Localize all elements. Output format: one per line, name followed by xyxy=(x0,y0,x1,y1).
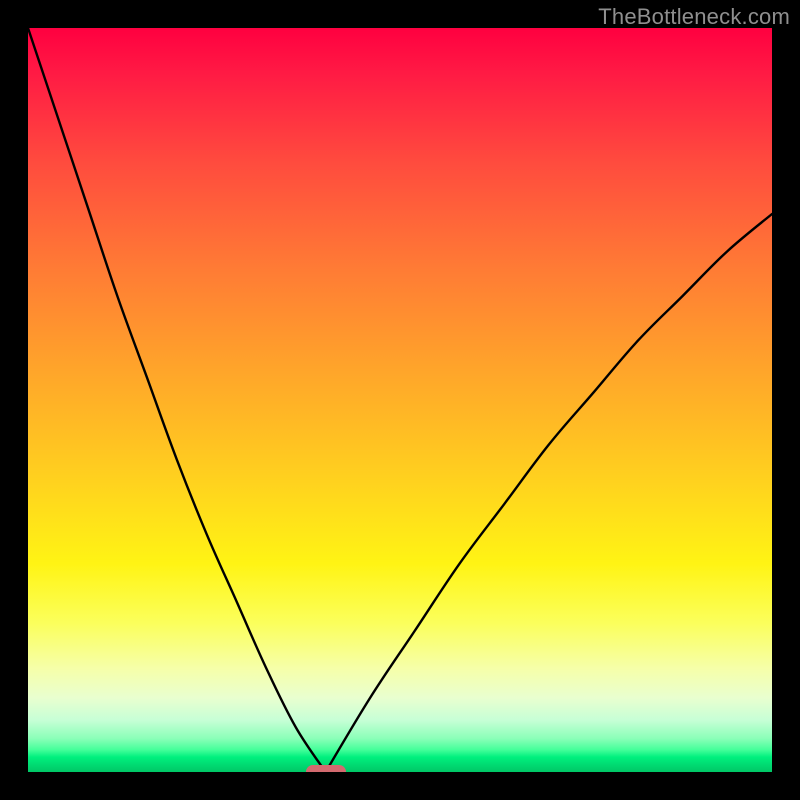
curve-right-arm xyxy=(326,214,772,772)
watermark-text: TheBottleneck.com xyxy=(598,4,790,30)
plot-area xyxy=(28,28,772,772)
chart-frame: TheBottleneck.com xyxy=(0,0,800,800)
curve-left-arm xyxy=(28,28,326,772)
bottleneck-marker xyxy=(306,765,346,772)
bottleneck-curves xyxy=(28,28,772,772)
